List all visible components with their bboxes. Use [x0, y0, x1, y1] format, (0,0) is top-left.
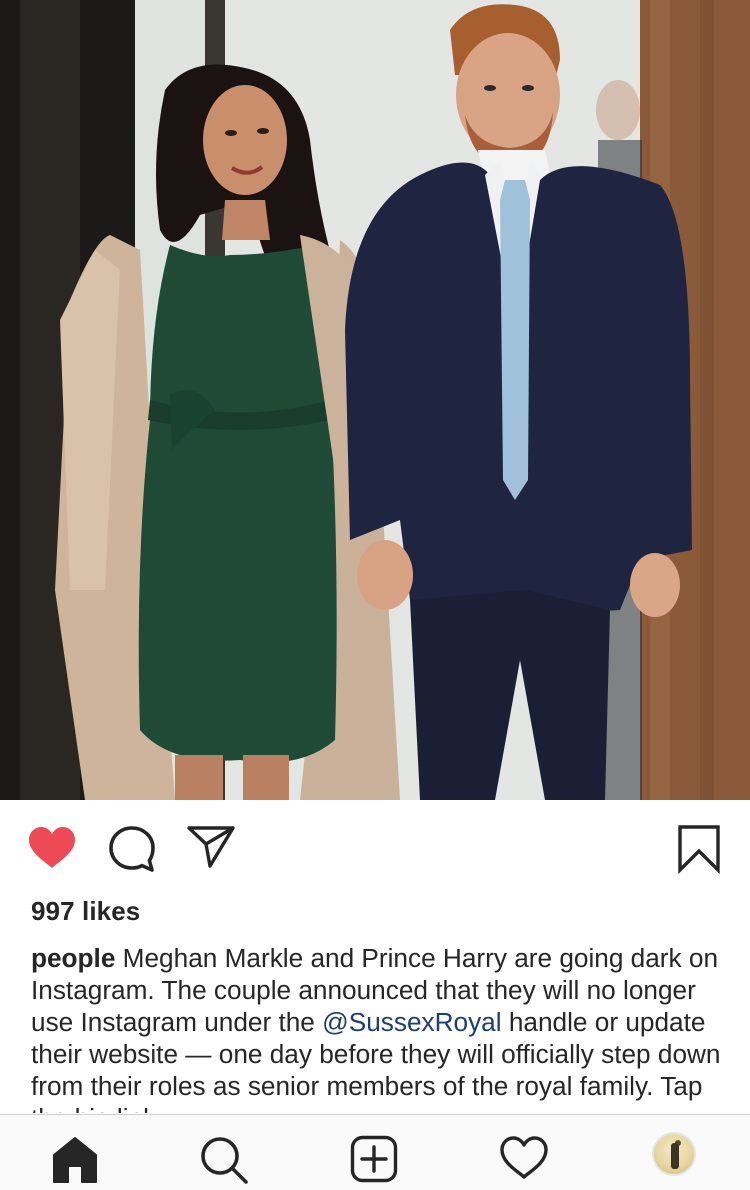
bottom-tab-bar [0, 1114, 750, 1190]
plus-square-icon[interactable] [350, 1135, 398, 1183]
bookmark-icon[interactable] [677, 824, 721, 874]
search-icon[interactable] [199, 1135, 249, 1185]
avatar-figure-body [671, 1143, 679, 1169]
caption-username[interactable]: people [31, 943, 115, 973]
heart-outline-icon[interactable] [499, 1135, 549, 1181]
heart-filled-icon[interactable] [27, 826, 77, 870]
home-filled-icon[interactable] [52, 1136, 98, 1184]
comment-bubble-icon[interactable] [108, 825, 156, 873]
likes-count[interactable]: 997 likes [31, 896, 140, 927]
post-photo[interactable] [0, 0, 750, 800]
post-caption: people Meghan Markle and Prince Harry ar… [31, 942, 731, 1113]
post-photo-illustration [0, 0, 750, 800]
profile-avatar-icon[interactable] [652, 1132, 696, 1176]
paper-plane-icon[interactable] [186, 825, 236, 869]
caption-mention-link[interactable]: @SussexRoyal [322, 1007, 501, 1037]
caption-container: people Meghan Markle and Prince Harry ar… [31, 942, 731, 1113]
